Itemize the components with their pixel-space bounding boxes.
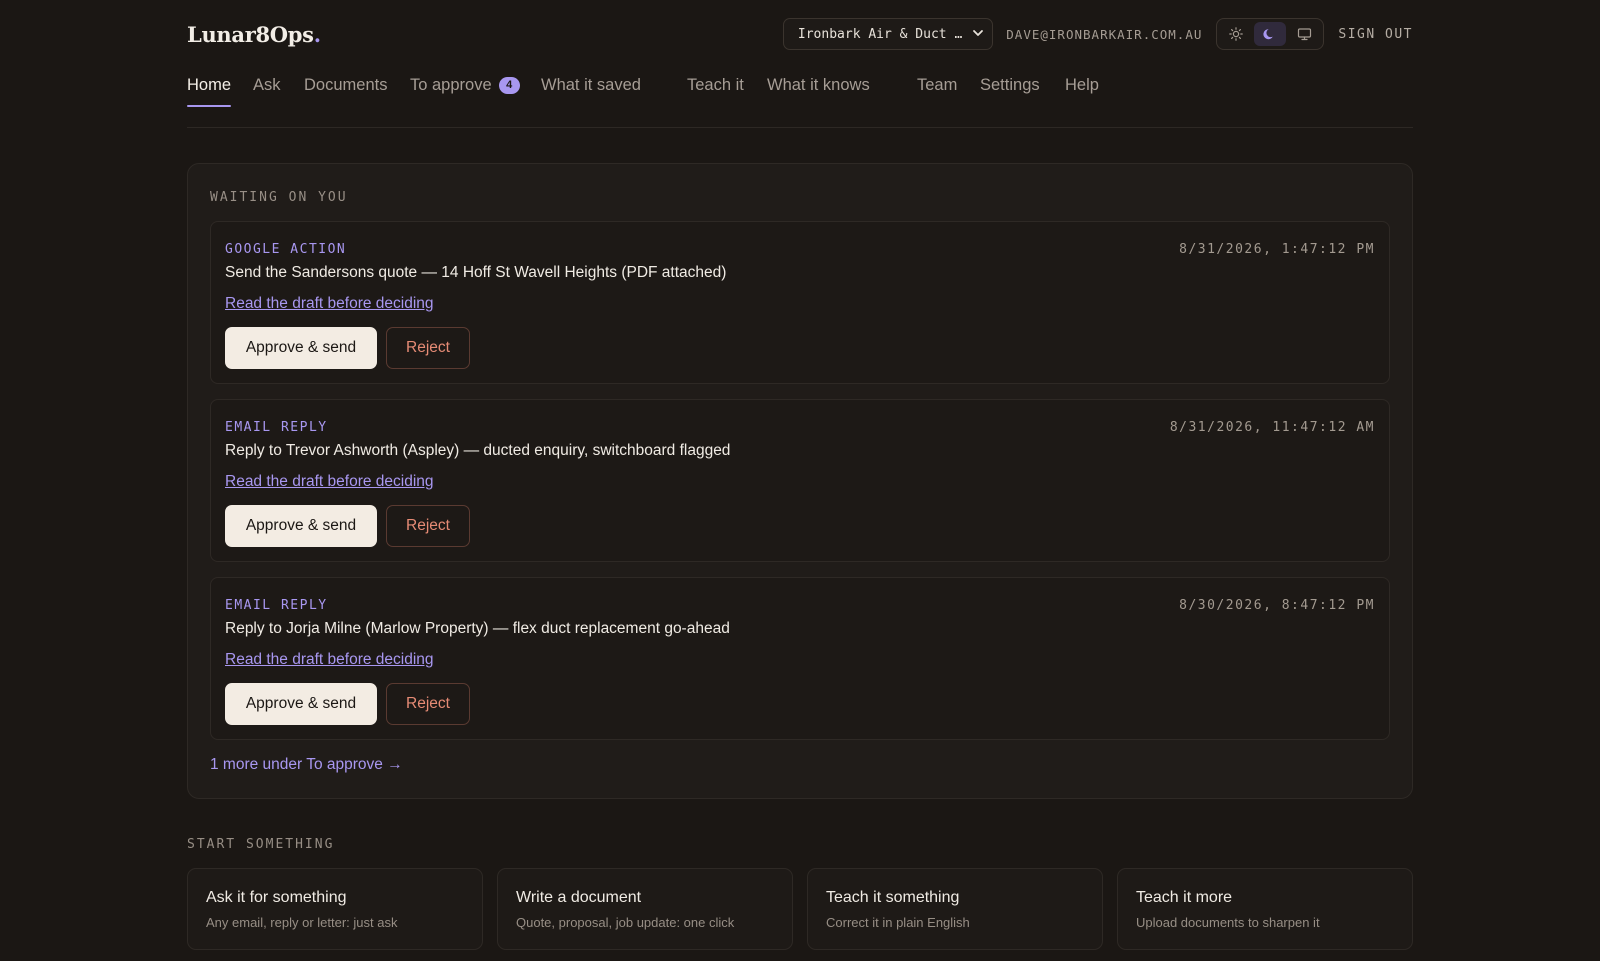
theme-toggle [1216, 18, 1325, 50]
more-approvals-link[interactable]: 1 more under To approve → [210, 756, 403, 774]
reject-button[interactable]: Reject [386, 683, 470, 725]
nav-home[interactable]: Home [187, 76, 232, 107]
start-card-teach-something[interactable]: Teach it something Correct it in plain E… [807, 868, 1103, 950]
read-draft-link[interactable]: Read the draft before deciding [225, 651, 434, 669]
start-card-subtitle: Any email, reply or letter: just ask [206, 915, 398, 930]
approval-timestamp: 8/31/2026, 11:47:12 AM [1169, 420, 1375, 435]
waiting-section-label: WAITING ON YOU [210, 190, 348, 205]
start-card-title: Ask it for something [206, 889, 347, 906]
nav-documents[interactable]: Documents [304, 76, 387, 95]
chevron-down-icon [972, 27, 984, 42]
nav-to-approve[interactable]: To approve 4 [410, 76, 520, 95]
start-card-subtitle: Correct it in plain English [826, 915, 970, 930]
nav-team[interactable]: Team [917, 76, 957, 95]
approval-kind: GOOGLE ACTION [225, 242, 347, 257]
app-logo-name: Lunar8Ops [187, 21, 314, 47]
start-card-title: Teach it more [1136, 889, 1233, 906]
app-root: Lunar8Ops. Ironbark Air & Duct … DAVE@IR… [0, 0, 1600, 961]
approve-send-button[interactable]: Approve & send [225, 683, 377, 725]
start-cards: Ask it for something Any email, reply or… [187, 868, 1413, 950]
approval-item: EMAIL REPLY 8/31/2026, 11:47:12 AM Reply… [210, 399, 1390, 562]
approve-send-button[interactable]: Approve & send [225, 327, 377, 369]
main-nav: Home Ask Documents To approve 4 What it s… [187, 62, 1413, 128]
approval-item: GOOGLE ACTION 8/31/2026, 1:47:12 PM Send… [210, 221, 1390, 384]
sun-icon[interactable] [1220, 22, 1252, 46]
start-card-title: Teach it something [826, 889, 960, 906]
approval-title: Reply to Trevor Ashworth (Aspley) — duct… [225, 442, 731, 459]
approval-title: Send the Sandersons quote — 14 Hoff St W… [225, 264, 727, 281]
start-card-ask[interactable]: Ask it for something Any email, reply or… [187, 868, 483, 950]
approval-title: Reply to Jorja Milne (Marlow Property) —… [225, 620, 730, 637]
approval-kind: EMAIL REPLY [225, 598, 328, 613]
nav-help[interactable]: Help [1065, 76, 1099, 95]
approval-timestamp: 8/31/2026, 1:47:12 PM [1179, 242, 1375, 257]
user-email: DAVE@IRONBARKAIR.COM.AU [1006, 26, 1203, 42]
nav-what-it-saved[interactable]: What it saved [541, 76, 641, 95]
read-draft-link[interactable]: Read the draft before deciding [225, 295, 434, 313]
start-card-subtitle: Quote, proposal, job update: one click [516, 915, 735, 930]
app-logo-dot: . [313, 21, 321, 47]
top-bar: Lunar8Ops. Ironbark Air & Duct … DAVE@IR… [187, 14, 1413, 54]
organization-select-value: Ironbark Air & Duct … [797, 26, 963, 42]
nav-to-approve-label: To approve [410, 76, 492, 94]
organization-select[interactable]: Ironbark Air & Duct … [782, 18, 994, 50]
approval-item: EMAIL REPLY 8/30/2026, 8:47:12 PM Reply … [210, 577, 1390, 740]
start-card-subtitle: Upload documents to sharpen it [1136, 915, 1320, 930]
monitor-icon[interactable] [1288, 22, 1320, 46]
nav-ask[interactable]: Ask [253, 76, 281, 95]
start-card-title: Write a document [516, 889, 642, 906]
nav-teach-it[interactable]: Teach it [687, 76, 744, 95]
approve-send-button[interactable]: Approve & send [225, 505, 377, 547]
reject-button[interactable]: Reject [386, 505, 470, 547]
read-draft-link[interactable]: Read the draft before deciding [225, 473, 434, 491]
start-card-write-document[interactable]: Write a document Quote, proposal, job up… [497, 868, 793, 950]
nav-settings[interactable]: Settings [980, 76, 1040, 95]
approval-kind: EMAIL REPLY [225, 420, 328, 435]
sign-out-button[interactable]: SIGN OUT [1338, 27, 1413, 42]
start-section-label: START SOMETHING [187, 837, 335, 852]
approval-timestamp: 8/30/2026, 8:47:12 PM [1179, 598, 1375, 613]
reject-button[interactable]: Reject [386, 327, 470, 369]
approval-count-badge: 4 [498, 77, 520, 94]
moon-icon[interactable] [1254, 22, 1287, 46]
start-card-teach-more[interactable]: Teach it more Upload documents to sharpe… [1117, 868, 1413, 950]
waiting-panel: WAITING ON YOU GOOGLE ACTION 8/31/2026, … [187, 163, 1413, 799]
app-logo[interactable]: Lunar8Ops. [187, 22, 321, 47]
nav-what-it-knows[interactable]: What it knows [767, 76, 870, 95]
